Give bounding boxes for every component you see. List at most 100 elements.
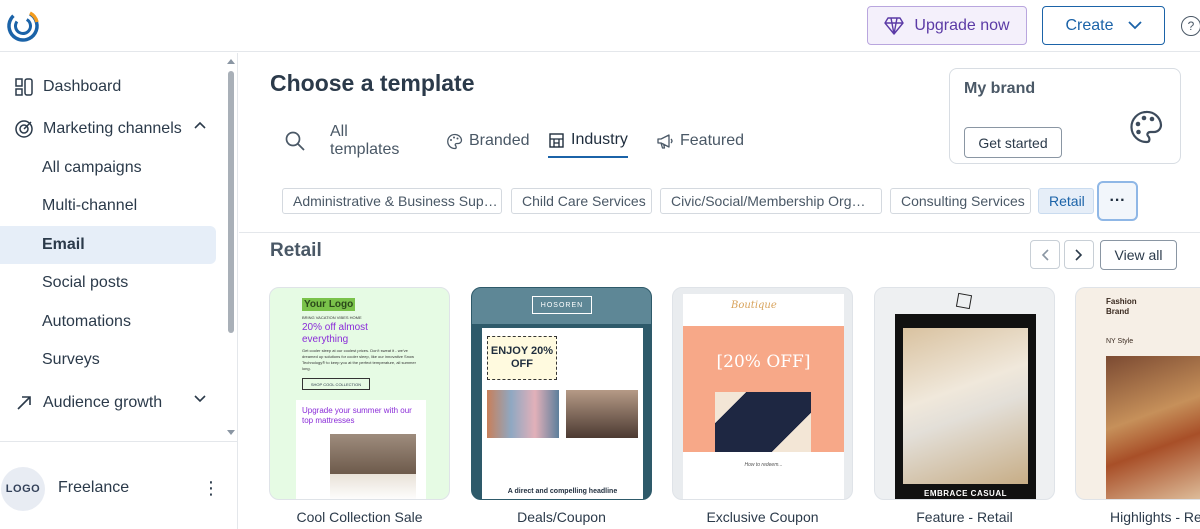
preview-subhead: Upgrade your summer with our top mattres… <box>302 406 412 425</box>
tab-label: All templates <box>330 123 400 158</box>
template-label: Feature - Retail <box>916 509 1013 525</box>
search-icon[interactable] <box>284 130 306 152</box>
chevron-left-icon <box>1041 248 1049 261</box>
chip-administrative[interactable]: Administrative & Business Sup… <box>282 188 502 214</box>
get-started-button[interactable]: Get started <box>964 127 1062 158</box>
more-vertical-icon[interactable]: ⋮ <box>202 476 220 500</box>
building-icon <box>549 132 564 148</box>
sidebar-item-label: Multi-channel <box>42 197 138 214</box>
sidebar-item-label: Social posts <box>42 274 129 291</box>
sidebar: Dashboard Marketing channels All campaig… <box>0 53 238 529</box>
template-card[interactable]: HOSOREN ENJOY 20% OFF A direct and compe… <box>471 287 652 500</box>
more-chips-button[interactable]: ··· <box>1097 181 1138 221</box>
sidebar-item-label: Dashboard <box>43 78 122 95</box>
account-name[interactable]: Freelance <box>58 479 129 497</box>
template-card[interactable]: EMBRACE CASUAL <box>874 287 1055 500</box>
account-footer: LOGO Freelance ⋮ <box>0 441 238 529</box>
preview-headline: A direct and compelling headline <box>507 488 618 495</box>
template-label: Highlights - Re <box>1110 509 1200 525</box>
preview-logo-icon <box>955 292 973 310</box>
tab-featured[interactable]: Featured <box>656 124 744 158</box>
scroll-thumb[interactable] <box>228 71 234 333</box>
upgrade-button[interactable]: Upgrade now <box>867 6 1027 45</box>
palette-icon <box>447 133 463 149</box>
sidebar-item-surveys[interactable]: Surveys <box>0 341 216 379</box>
target-icon <box>13 118 35 140</box>
preview-header-band: HOSOREN <box>472 288 651 324</box>
chip-civic-social[interactable]: Civic/Social/Membership Org… <box>660 188 882 214</box>
preview-logo: Your Logo <box>302 298 356 311</box>
preview-brand: Boutique <box>731 300 777 311</box>
preview-inner-panel: Upgrade your summer with our top mattres… <box>296 400 426 499</box>
carousel-next-button[interactable] <box>1064 240 1094 269</box>
chip-child-care[interactable]: Child Care Services <box>511 188 652 214</box>
megaphone-icon <box>657 133 673 149</box>
dashboard-icon <box>13 76 35 98</box>
sidebar-item-audience-growth[interactable]: Audience growth <box>0 384 216 422</box>
model-photo <box>1106 356 1200 499</box>
preview-headline: 20% off almost everything <box>302 322 368 345</box>
view-all-button[interactable]: View all <box>1100 240 1177 270</box>
upgrade-label: Upgrade now <box>914 16 1010 34</box>
coat-image <box>715 392 811 452</box>
template-label: Deals/Coupon <box>517 509 606 525</box>
tab-branded[interactable]: Branded <box>446 124 530 158</box>
carousel-prev-button[interactable] <box>1030 240 1060 269</box>
brand-card-title: My brand <box>964 80 1036 97</box>
sidebar-scrollbar[interactable] <box>226 57 236 441</box>
tab-industry[interactable]: Industry <box>548 124 628 158</box>
template-label: Exclusive Coupon <box>706 509 819 525</box>
sidebar-item-label: All campaigns <box>42 159 142 176</box>
preview-body-panel: ENJOY 20% OFF A direct and compelling he… <box>482 328 643 499</box>
sidebar-item-dashboard[interactable]: Dashboard <box>0 68 216 106</box>
sidebar-item-label: Marketing channels <box>43 120 182 137</box>
shoes-image <box>566 390 638 438</box>
tab-label: Featured <box>680 132 745 149</box>
template-card[interactable]: Your Logo BRING VACATION VIBES HOME 20% … <box>269 287 450 500</box>
preview-offer-band: [20% OFF] <box>683 326 844 452</box>
sidebar-item-email[interactable]: Email <box>0 226 216 264</box>
scroll-down-icon[interactable] <box>226 429 236 437</box>
preview-promo: ENJOY 20% OFF <box>487 336 557 380</box>
help-icon[interactable]: ? <box>1181 16 1200 36</box>
clothing-rack-image <box>487 390 559 438</box>
create-button[interactable]: Create <box>1042 6 1165 45</box>
preview-body: Get cooler sleep at our coolest prices. … <box>302 348 416 371</box>
chip-consulting[interactable]: Consulting Services <box>890 188 1031 214</box>
preview-dark-panel: EMBRACE CASUAL <box>895 314 1036 499</box>
tab-label: Industry <box>571 131 628 148</box>
preview-brand: HOSOREN <box>532 296 592 314</box>
my-brand-card: My brand Get started <box>949 68 1181 164</box>
chevron-down-icon <box>194 395 206 403</box>
diamond-icon <box>884 16 905 35</box>
app-logo-icon[interactable] <box>6 9 40 43</box>
template-label: Cool Collection Sale <box>296 509 423 525</box>
page-title: Choose a template <box>270 70 475 96</box>
sidebar-item-social-posts[interactable]: Social posts <box>0 264 216 302</box>
chevron-right-icon <box>1075 248 1083 261</box>
bed-image <box>330 434 416 499</box>
section-title: Retail <box>270 240 322 261</box>
trend-up-icon <box>13 392 35 414</box>
preview-how: How to redeem... <box>744 462 783 468</box>
palette-icon <box>1130 110 1163 144</box>
top-bar: Upgrade now Create ? <box>0 0 1200 52</box>
chip-retail[interactable]: Retail <box>1038 188 1094 214</box>
sidebar-item-multi-channel[interactable]: Multi-channel <box>0 187 216 225</box>
avatar[interactable]: LOGO <box>1 467 45 511</box>
preview-kicker: BRING VACATION VIBES HOME <box>302 315 362 320</box>
preview-brand: Fashion Brand <box>1106 297 1137 316</box>
scroll-up-icon[interactable] <box>226 57 236 65</box>
template-card[interactable]: Fashion Brand NY Style <box>1075 287 1200 500</box>
sidebar-item-automations[interactable]: Automations <box>0 303 216 341</box>
sidebar-item-label: Audience growth <box>43 394 163 411</box>
sidebar-item-label: Surveys <box>42 351 100 368</box>
template-card[interactable]: Boutique [20% OFF] How to redeem... <box>672 287 853 500</box>
tab-all-templates[interactable]: All templates <box>330 123 400 158</box>
preview-style: NY Style <box>1106 338 1134 345</box>
sidebar-item-all-campaigns[interactable]: All campaigns <box>0 149 216 187</box>
sidebar-item-marketing-channels[interactable]: Marketing channels <box>0 110 216 148</box>
preview-button: SHOP COOL COLLECTION <box>302 378 370 390</box>
preview-tagline: EMBRACE CASUAL <box>924 489 1007 498</box>
divider <box>239 232 1200 233</box>
